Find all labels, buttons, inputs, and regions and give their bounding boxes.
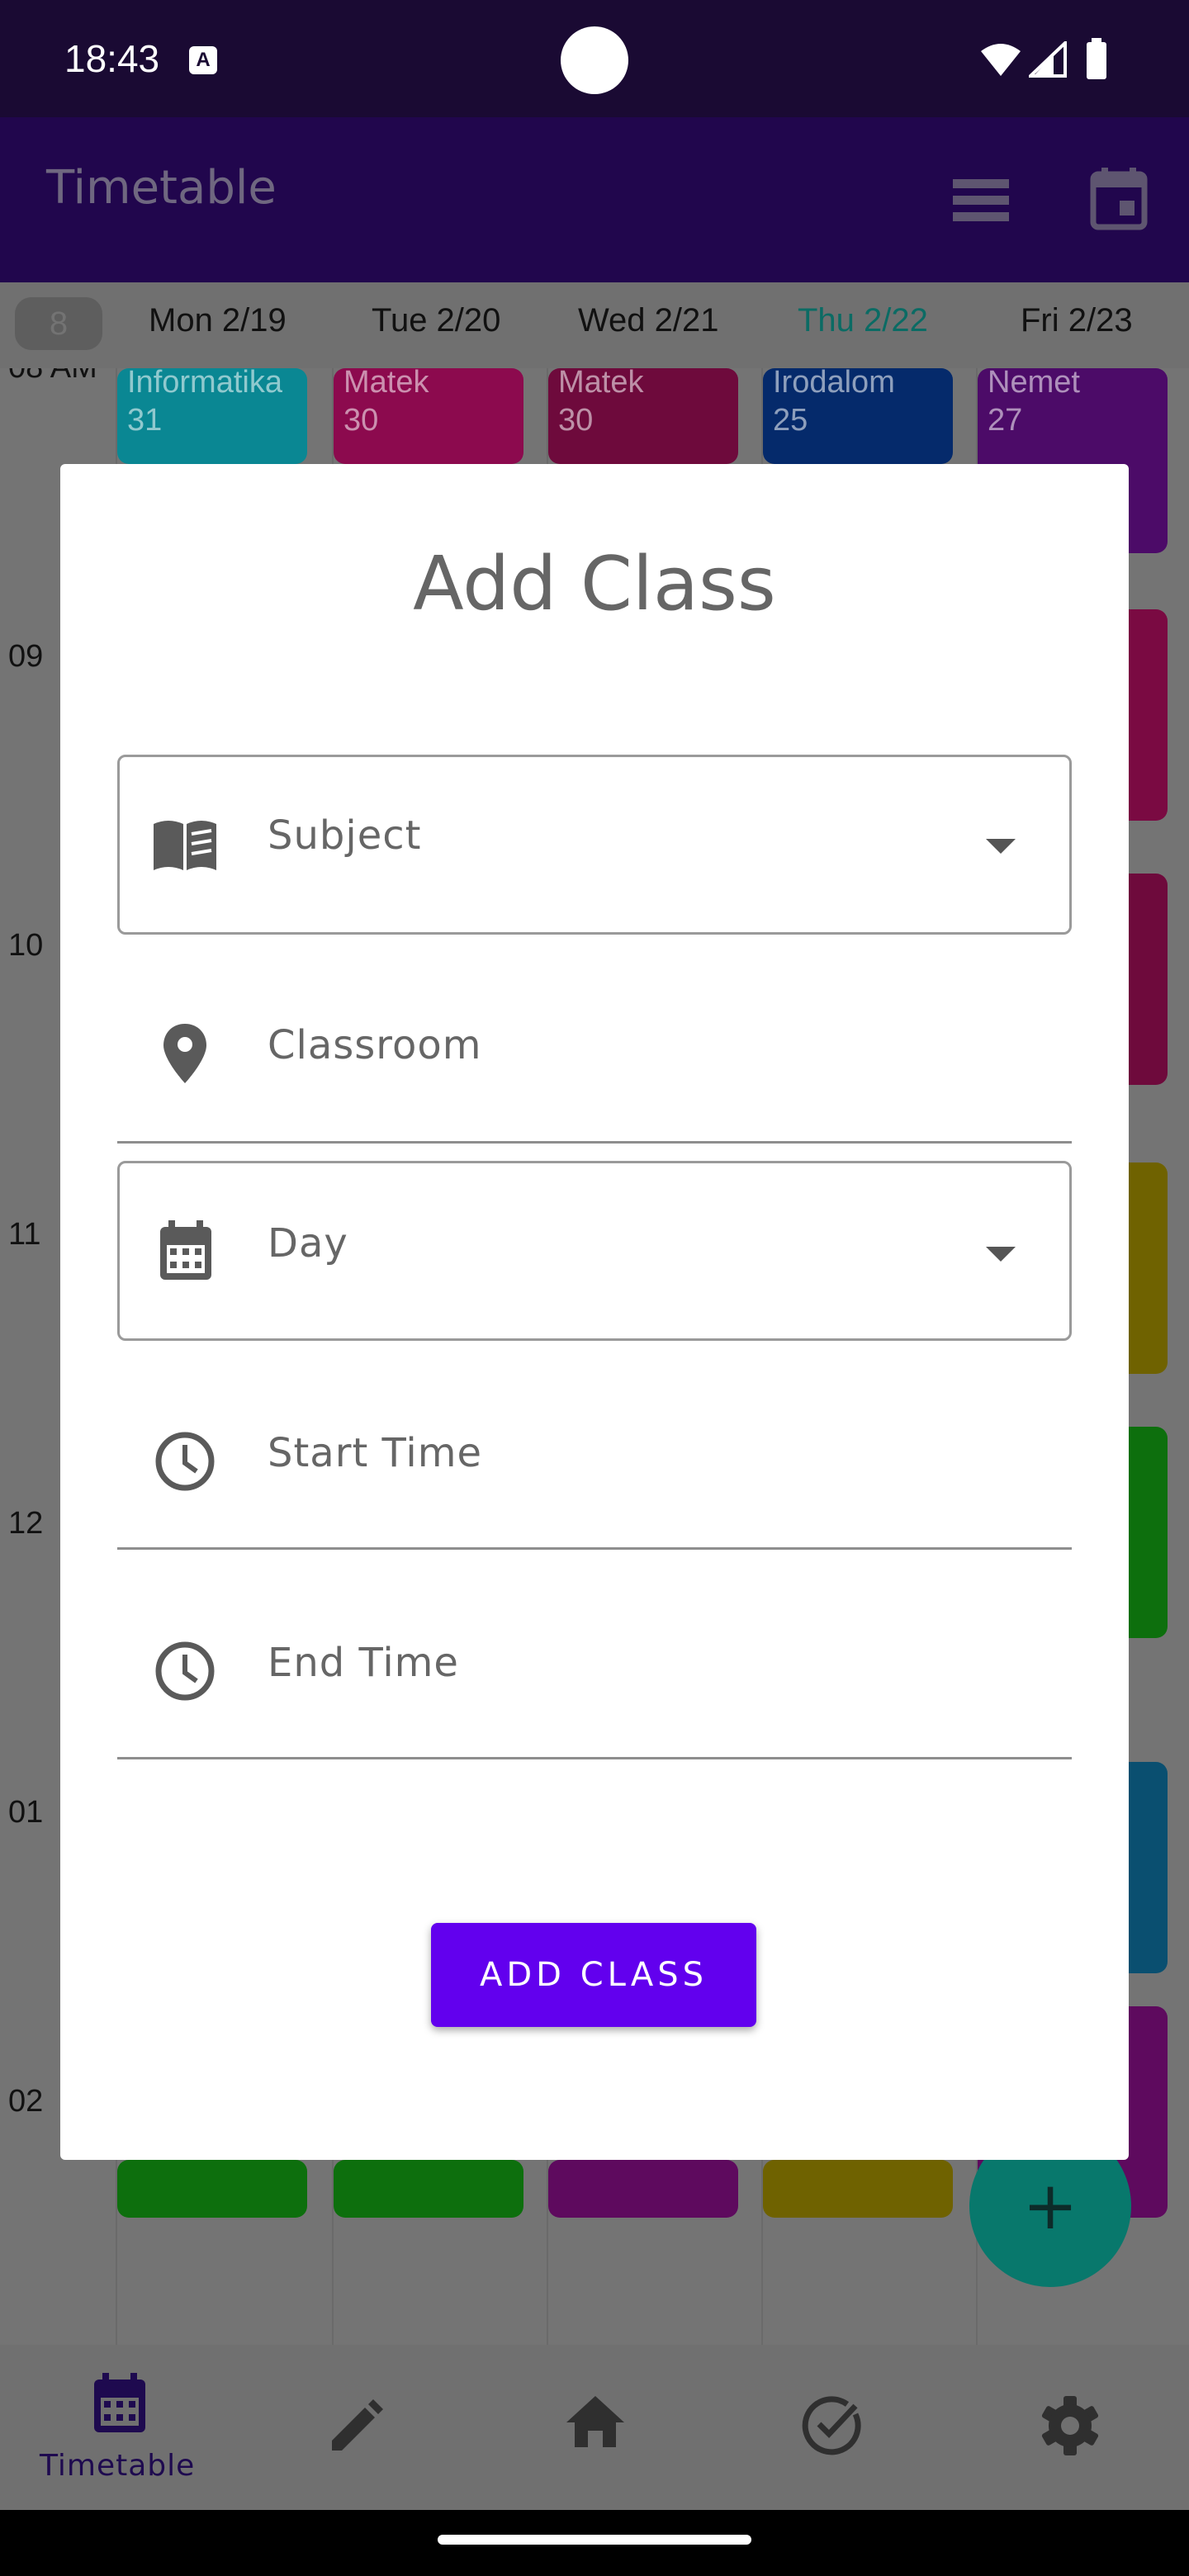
clock-icon [155,1432,215,1491]
day-header-thu-today[interactable]: Thu 2/22 [798,302,928,339]
day-header-tue[interactable]: Tue 2/20 [372,302,500,339]
class-subject: Matek [558,368,644,400]
subject-dropdown[interactable] [117,755,1072,935]
hour-label: 09 [8,639,44,674]
class-room: 30 [343,403,379,438]
gesture-handle[interactable] [438,2535,751,2545]
class-block[interactable] [548,2160,738,2218]
class-block[interactable]: Informatika 31 [117,368,307,464]
dropdown-arrow-icon [986,1247,1016,1262]
hour-label: 02 [8,2084,44,2119]
class-block[interactable] [763,2160,953,2218]
hour-label: 10 [8,928,44,963]
settings-gear-icon[interactable] [1039,2394,1101,2457]
class-subject: Informatika [127,368,282,400]
signal-icon [1029,41,1067,78]
day-header-fri[interactable]: Fri 2/23 [1021,302,1133,339]
class-subject: Nemet [988,368,1080,400]
battery-icon [1087,38,1106,79]
day-dropdown[interactable] [117,1161,1072,1341]
dialog-title: Add Class [413,541,776,627]
clock-icon [155,1641,215,1701]
nav-timetable-label[interactable]: Timetable [40,2449,195,2483]
list-view-icon[interactable] [953,178,1009,222]
day-header-mon[interactable]: Mon 2/19 [149,302,287,339]
check-circle-icon[interactable] [801,2394,864,2457]
calendar-icon [160,1220,211,1280]
week-number-badge: 8 [15,297,102,350]
class-block[interactable] [334,2160,523,2218]
subject-label: Subject [268,812,422,859]
dropdown-arrow-icon [986,839,1016,854]
class-block[interactable]: Matek 30 [334,368,523,464]
pencil-icon[interactable] [329,2398,385,2454]
class-room: 27 [988,403,1023,438]
classroom-label: Classroom [268,1022,482,1068]
day-label: Day [268,1220,348,1267]
class-room: 31 [127,403,163,438]
class-room: 25 [773,403,808,438]
class-subject: Irodalom [773,368,895,400]
status-time: 18:43 [64,37,160,80]
hour-label: 11 [8,1217,41,1252]
hour-label: 01 [8,1795,44,1830]
wifi-icon [981,44,1021,76]
end-time-input-underline[interactable] [117,1757,1072,1759]
class-block[interactable]: Matek 30 [548,368,738,464]
calendar-today-icon[interactable] [1090,168,1148,230]
hour-label: 12 [8,1506,44,1541]
accessibility-icon: A [189,46,217,74]
day-header-wed[interactable]: Wed 2/21 [578,302,719,339]
add-class-button[interactable]: ADD CLASS [431,1923,756,2027]
class-block[interactable] [117,2160,307,2218]
calendar-icon[interactable] [91,2373,149,2434]
class-room: 30 [558,403,594,438]
classroom-input-underline[interactable] [117,1141,1072,1144]
class-subject: Matek [343,368,429,400]
start-time-input-underline[interactable] [117,1547,1072,1550]
hour-label: 08 AM [8,368,97,386]
start-time-label: Start Time [268,1430,482,1476]
home-icon[interactable] [565,2394,626,2449]
end-time-label: End Time [268,1640,459,1686]
book-icon [154,821,216,870]
location-pin-icon [163,1024,206,1083]
camera-cutout [561,26,628,94]
app-title: Timetable [46,161,277,215]
class-block[interactable]: Irodalom 25 [763,368,953,464]
